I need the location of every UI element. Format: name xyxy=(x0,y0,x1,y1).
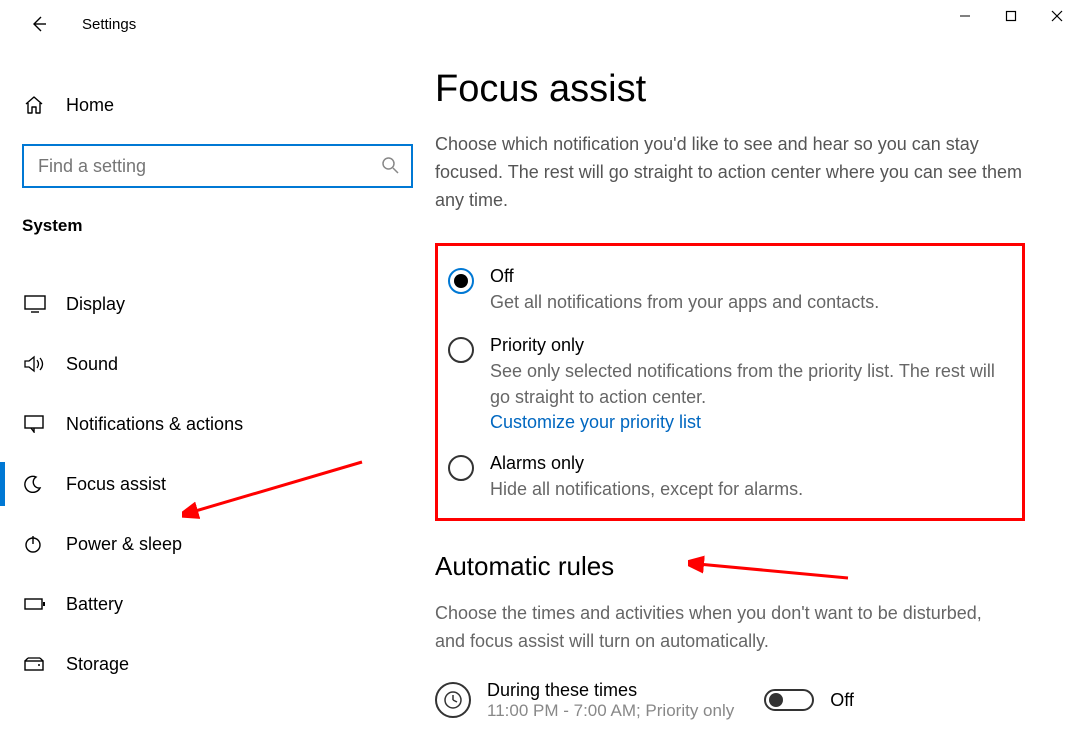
minimize-icon xyxy=(959,10,971,22)
close-button[interactable] xyxy=(1034,0,1080,32)
sound-icon xyxy=(24,355,46,373)
radio-button[interactable] xyxy=(448,337,474,363)
main-content: Focus assist Choose which notification y… xyxy=(435,48,1080,744)
clock-icon xyxy=(435,682,471,718)
window-controls xyxy=(942,0,1080,32)
radio-description: Hide all notifications, except for alarm… xyxy=(490,476,803,502)
customize-priority-link[interactable]: Customize your priority list xyxy=(490,412,1010,433)
sidebar-home-label: Home xyxy=(66,95,114,116)
radio-dot-icon xyxy=(454,274,468,288)
notifications-icon xyxy=(24,415,46,433)
moon-icon xyxy=(24,475,46,493)
focus-assist-options-annotation-box: Off Get all notifications from your apps… xyxy=(435,243,1025,521)
sidebar-item-label: Battery xyxy=(66,594,123,615)
sidebar-home[interactable]: Home xyxy=(0,82,435,128)
rule-title: During these times xyxy=(487,680,734,701)
titlebar: Settings xyxy=(0,0,1080,48)
sidebar: Home System Display Sound Notifications … xyxy=(0,48,435,744)
sidebar-item-label: Focus assist xyxy=(66,474,166,495)
toggle-knob-icon xyxy=(769,693,783,707)
sidebar-item-label: Display xyxy=(66,294,125,315)
search-input[interactable] xyxy=(22,144,413,188)
radio-description: Get all notifications from your apps and… xyxy=(490,289,879,315)
maximize-icon xyxy=(1005,10,1017,22)
radio-label: Alarms only xyxy=(490,453,803,474)
window-title: Settings xyxy=(82,16,136,33)
rule-toggle[interactable] xyxy=(764,689,814,711)
radio-label: Priority only xyxy=(490,335,1010,356)
automatic-rules-description: Choose the times and activities when you… xyxy=(435,600,1005,656)
search-wrap xyxy=(22,144,413,188)
battery-icon xyxy=(24,597,46,611)
radio-button[interactable] xyxy=(448,455,474,481)
sidebar-item-label: Storage xyxy=(66,654,129,675)
rule-toggle-label: Off xyxy=(830,690,854,711)
storage-icon xyxy=(24,657,46,671)
radio-label: Off xyxy=(490,266,879,287)
minimize-button[interactable] xyxy=(942,0,988,32)
back-button[interactable] xyxy=(26,12,50,36)
sidebar-item-label: Notifications & actions xyxy=(66,414,243,435)
radio-button[interactable] xyxy=(448,268,474,294)
power-icon xyxy=(24,535,46,553)
sidebar-item-power-sleep[interactable]: Power & sleep xyxy=(0,514,435,574)
radio-option-off[interactable]: Off Get all notifications from your apps… xyxy=(448,260,1010,329)
radio-description: See only selected notifications from the… xyxy=(490,358,1010,410)
sidebar-item-battery[interactable]: Battery xyxy=(0,574,435,634)
page-title: Focus assist xyxy=(435,68,1080,111)
sidebar-item-label: Sound xyxy=(66,354,118,375)
display-icon xyxy=(24,295,46,313)
sidebar-item-storage[interactable]: Storage xyxy=(0,634,435,694)
rule-during-times[interactable]: During these times 11:00 PM - 7:00 AM; P… xyxy=(435,680,1080,721)
radio-option-priority[interactable]: Priority only See only selected notifica… xyxy=(448,329,1010,447)
sidebar-item-sound[interactable]: Sound xyxy=(0,334,435,394)
sidebar-group-system: System xyxy=(0,216,435,236)
home-icon xyxy=(24,96,46,114)
rule-subtitle: 11:00 PM - 7:00 AM; Priority only xyxy=(487,701,734,721)
sidebar-item-label: Power & sleep xyxy=(66,534,182,555)
sidebar-item-display[interactable]: Display xyxy=(0,274,435,334)
search-icon xyxy=(381,156,399,179)
automatic-rules-title: Automatic rules xyxy=(435,551,1080,582)
sidebar-item-focus-assist[interactable]: Focus assist xyxy=(0,454,435,514)
close-icon xyxy=(1051,10,1063,22)
sidebar-item-notifications[interactable]: Notifications & actions xyxy=(0,394,435,454)
back-arrow-icon xyxy=(29,15,47,33)
page-description: Choose which notification you'd like to … xyxy=(435,131,1025,215)
radio-option-alarms[interactable]: Alarms only Hide all notifications, exce… xyxy=(448,447,1010,504)
maximize-button[interactable] xyxy=(988,0,1034,32)
